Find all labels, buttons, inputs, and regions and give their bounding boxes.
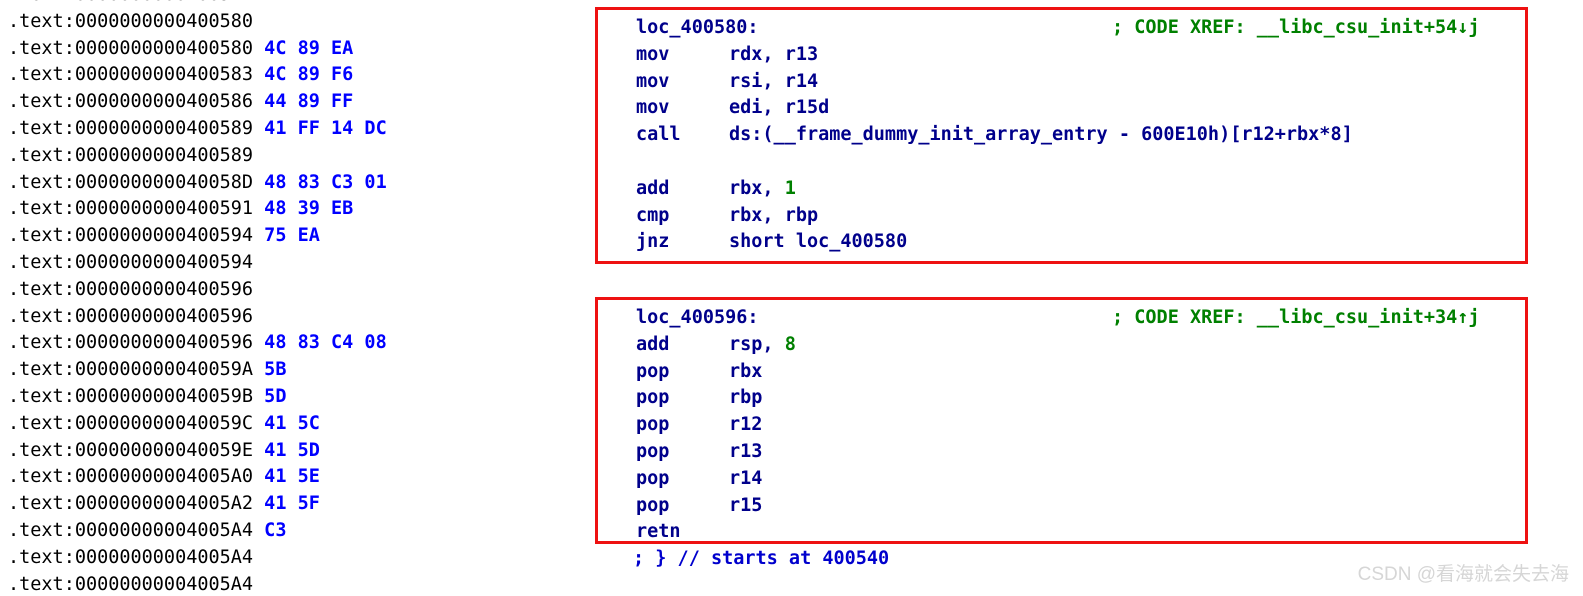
code-instruction-line[interactable]: pop r12 [636,412,796,439]
code-label[interactable]: loc_400580: [636,17,759,38]
code-instruction-line[interactable]: pop r15 [636,493,796,520]
instruction-mnemonic: call [636,124,681,146]
instruction-mnemonic: cmp [636,204,670,226]
code-instruction-line[interactable]: cmp rbx, rbp [636,203,1353,230]
instruction-operand[interactable]: rsp, [729,334,785,355]
instruction-operand[interactable]: edi, r15d [729,97,829,118]
instruction-operand[interactable]: r15 [729,495,762,516]
instruction-operand[interactable]: rbp [729,387,762,408]
instruction-operand[interactable]: rsi, r14 [729,71,818,92]
code-instruction-line[interactable]: call ds:(__frame_dummy_init_array_entry -… [636,122,1353,149]
code-instruction-line[interactable]: mov edi, r15d [636,95,1353,122]
code-block-loc-400596[interactable]: loc_400596: ; CODE XREF: __libc_csu_init+… [595,297,1528,544]
code-instruction-line[interactable]: pop rbp [636,385,796,412]
instruction-mnemonic: pop [636,440,670,462]
code-instruction-line[interactable]: pop r14 [636,466,796,493]
function-end-comment: ; } // starts at 400540 [633,548,890,569]
watermark: CSDN @看海就会失去海 [1357,564,1569,585]
instruction-mnemonic: retn [636,521,681,543]
instruction-mnemonic: jnz [636,231,670,253]
instruction-mnemonic: pop [636,360,670,382]
code-instruction-line[interactable]: pop r13 [636,439,796,466]
instruction-operand[interactable]: rbx, rbp [729,205,818,226]
code-block-1-lines: loc_400596: ; CODE XREF: __libc_csu_init+… [636,305,1480,546]
instruction-operand[interactable]: short loc_400580 [729,231,907,252]
instruction-operand[interactable]: rbx [729,361,762,382]
instruction-operand[interactable]: r13 [729,441,762,462]
instruction-operand[interactable]: rdx, r13 [729,44,818,65]
code-xref-comment: ; CODE XREF: __libc_csu_init+54↓j [1112,17,1480,38]
instruction-mnemonic: mov [636,70,670,92]
instruction-operand[interactable]: ds:(__frame_dummy_init_array_entry - 600… [729,124,1353,145]
code-label-line[interactable]: loc_400596: ; CODE XREF: __libc_csu_init+… [636,305,1480,332]
code-instruction-line[interactable]: add rbx, 1 [636,176,1353,203]
instruction-mnemonic: mov [636,97,670,119]
code-instruction-line[interactable]: pop rbx [636,359,796,386]
instruction-mnemonic: pop [636,467,670,489]
code-instruction-line[interactable]: add rsp, 8 [636,332,796,359]
instruction-mnemonic: mov [636,43,670,65]
code-instruction-line[interactable]: retn [636,519,796,546]
code-block-0-lines: loc_400580: ; CODE XREF: __libc_csu_init+… [636,15,1480,256]
instruction-mnemonic: add [636,177,670,199]
code-label[interactable]: loc_400596: [636,307,759,328]
instruction-numeric-literal: 8 [784,333,796,355]
instruction-mnemonic: add [636,333,670,355]
instruction-operand[interactable]: r12 [729,414,762,435]
instruction-operand[interactable]: rbx, [729,178,785,199]
graph-view-panel[interactable]: loc_400580: ; CODE XREF: __libc_csu_init+… [0,0,1583,596]
instruction-numeric-literal: 1 [784,177,796,199]
code-instruction-line[interactable]: mov rdx, r13 [636,42,1353,69]
code-instruction-line[interactable]: jnz short loc_400580 [636,229,1353,256]
instruction-mnemonic: pop [636,494,670,516]
code-block-loc-400580[interactable]: loc_400580: ; CODE XREF: __libc_csu_init+… [595,7,1528,264]
code-instruction-line[interactable]: mov rsi, r14 [636,69,1353,96]
instruction-operand[interactable]: r14 [729,468,762,489]
instruction-mnemonic: pop [636,414,670,436]
code-label-line[interactable]: loc_400580: ; CODE XREF: __libc_csu_init+… [636,15,1480,42]
instruction-mnemonic: pop [636,387,670,409]
code-xref-comment: ; CODE XREF: __libc_csu_init+34↑j [1112,307,1480,328]
